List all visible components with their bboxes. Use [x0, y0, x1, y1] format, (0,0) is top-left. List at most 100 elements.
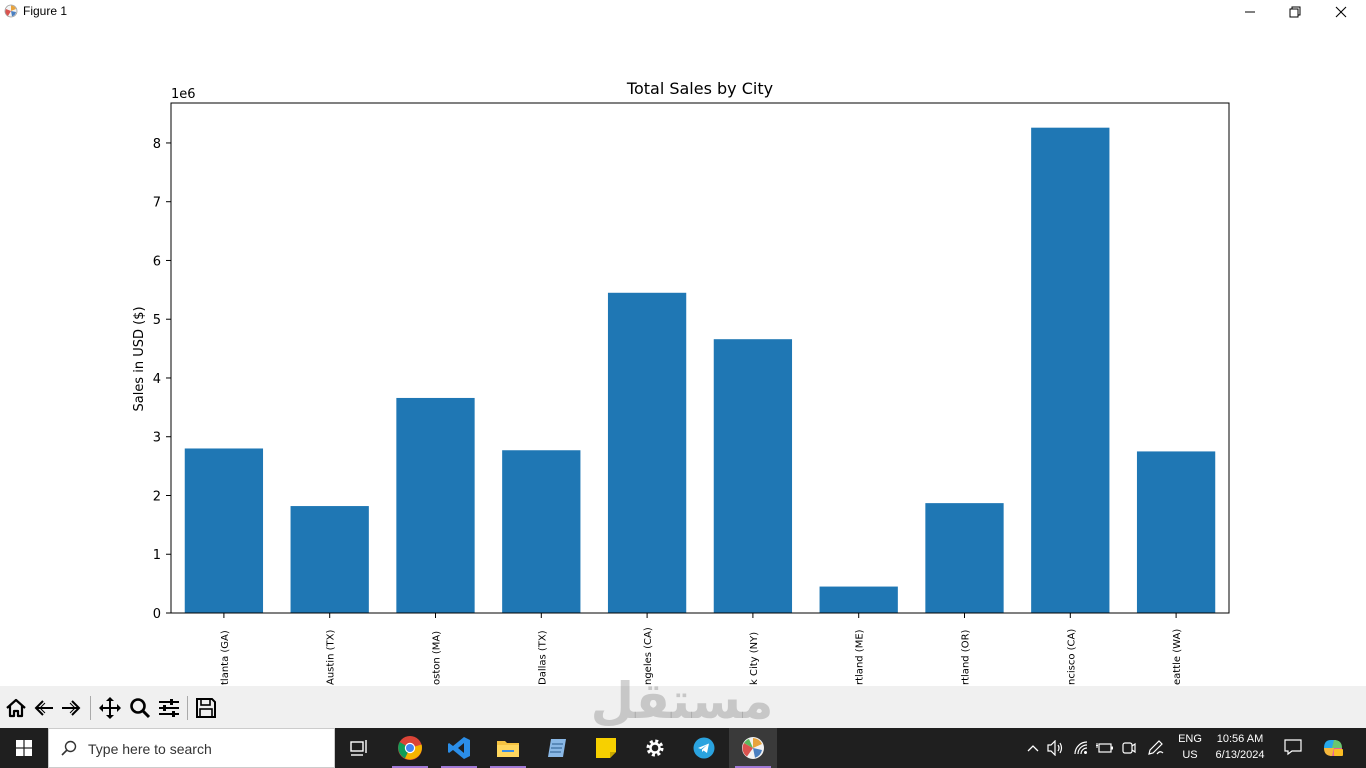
- y-tick-label: 6: [153, 254, 161, 269]
- taskbar-search-box[interactable]: Type here to search: [48, 728, 335, 768]
- speaker-icon: [1047, 740, 1063, 756]
- camera-icon: [1122, 742, 1136, 754]
- pen-icon: [1148, 740, 1164, 755]
- meet-now-button[interactable]: [1120, 740, 1138, 756]
- y-tick-label: 1: [153, 548, 161, 563]
- minimize-icon: [1245, 11, 1255, 13]
- y-tick-label: 7: [153, 196, 161, 211]
- forward-button[interactable]: [58, 695, 84, 721]
- y-offset-label: 1e6: [171, 87, 196, 102]
- home-button[interactable]: [3, 695, 29, 721]
- y-tick-label: 2: [153, 489, 161, 504]
- restore-icon: [1289, 6, 1301, 18]
- pen-workspace-button[interactable]: [1147, 740, 1165, 756]
- x-tick-label: ncisco (CA): [1066, 629, 1077, 685]
- notepad-icon: [548, 739, 566, 757]
- restore-button[interactable]: [1272, 0, 1318, 24]
- close-button[interactable]: [1318, 0, 1364, 24]
- taskbar-settings[interactable]: [631, 728, 679, 768]
- taskbar-telegram[interactable]: [680, 728, 728, 768]
- pan-button[interactable]: [97, 695, 123, 721]
- toolbar-separator: [187, 696, 188, 720]
- chart-title: Total Sales by City: [626, 79, 773, 98]
- move-icon: [99, 697, 121, 719]
- clock-time[interactable]: 10:56 AM: [1208, 733, 1272, 745]
- x-tick-label: rtland (OR): [961, 629, 972, 685]
- windows-taskbar: Type here to search ENG US 10:56 AM 6/13…: [0, 728, 1366, 768]
- input-language-top[interactable]: ENG: [1174, 733, 1206, 745]
- floppy-disk-icon: [196, 698, 216, 718]
- back-button[interactable]: [31, 695, 57, 721]
- bar-5: [713, 339, 793, 613]
- bar-1: [290, 506, 369, 613]
- bar-3: [502, 450, 581, 613]
- taskbar-sticky-notes[interactable]: [582, 728, 630, 768]
- volume-button[interactable]: [1047, 740, 1065, 756]
- x-ticks: tlanta (GA) Austin (TX) oston (MA) Dallas (…: [220, 613, 1183, 685]
- copilot-icon: [1324, 740, 1343, 756]
- search-placeholder: Type here to search: [88, 741, 212, 757]
- windows-logo-icon: [16, 740, 32, 756]
- taskbar-vscode[interactable]: [435, 728, 483, 768]
- figure-canvas[interactable]: Total Sales by City 1e6 Sales in USD ($)…: [0, 24, 1366, 686]
- chevron-up-icon: [1027, 745, 1039, 752]
- x-tick-label: Dallas (TX): [537, 630, 548, 685]
- start-button[interactable]: [0, 728, 48, 768]
- bar-4: [607, 292, 687, 613]
- x-tick-label: Austin (TX): [326, 630, 337, 685]
- taskbar-notepad[interactable]: [533, 728, 581, 768]
- vscode-icon: [448, 737, 470, 759]
- search-icon: [61, 740, 77, 756]
- minimize-button[interactable]: [1227, 0, 1273, 24]
- task-view-button[interactable]: [336, 728, 384, 768]
- copilot-button[interactable]: [1322, 738, 1344, 758]
- configure-subplots-button[interactable]: [156, 695, 182, 721]
- x-tick-label: oston (MA): [432, 631, 443, 685]
- sliders-icon: [159, 699, 179, 717]
- bar-2: [396, 397, 475, 613]
- window-title: Figure 1: [23, 4, 68, 18]
- toolbar-separator: [90, 696, 91, 720]
- save-figure-button[interactable]: [193, 695, 219, 721]
- wifi-icon: [1074, 741, 1088, 755]
- bars-group: [184, 127, 1216, 614]
- close-icon: [1335, 6, 1347, 18]
- clock-date[interactable]: 6/13/2024: [1208, 749, 1272, 761]
- gear-icon: [646, 739, 664, 757]
- x-tick-label: rtland (ME): [855, 629, 866, 685]
- x-tick-label: tlanta (GA): [220, 630, 231, 685]
- notification-icon: [1284, 739, 1302, 756]
- bar-8: [1031, 127, 1110, 614]
- x-tick-label: eattle (WA): [1172, 629, 1183, 685]
- bar-0: [184, 448, 264, 613]
- taskbar-file-explorer[interactable]: [484, 728, 532, 768]
- arrow-left-icon: [34, 700, 53, 716]
- taskbar-chrome[interactable]: [386, 728, 434, 768]
- bar-chart: Total Sales by City 1e6 Sales in USD ($)…: [132, 79, 1230, 685]
- battery-charging-icon: [1096, 743, 1113, 753]
- taskbar-matplotlib-figure[interactable]: [729, 728, 777, 768]
- zoom-button[interactable]: [127, 695, 153, 721]
- navigation-toolbar: [0, 686, 1366, 728]
- y-tick-label: 8: [153, 137, 161, 152]
- telegram-icon: [693, 737, 715, 759]
- y-tick-label: 0: [153, 607, 161, 622]
- task-view-icon: [350, 740, 367, 756]
- bar-7: [925, 503, 1004, 613]
- y-tick-label: 4: [153, 372, 161, 387]
- bar-6: [819, 586, 898, 613]
- network-button[interactable]: [1072, 740, 1090, 756]
- show-hidden-icons-button[interactable]: [1024, 740, 1042, 756]
- input-language-bottom[interactable]: US: [1174, 749, 1206, 761]
- notifications-button[interactable]: [1284, 739, 1302, 756]
- arrow-right-icon: [62, 700, 81, 716]
- y-axis-label: Sales in USD ($): [132, 306, 147, 411]
- title-bar[interactable]: Figure 1: [0, 0, 1366, 24]
- chrome-icon: [398, 736, 422, 760]
- magnifier-icon: [130, 698, 151, 719]
- y-tick-label: 3: [153, 431, 161, 446]
- figure-window: Figure 1 Total Sales by City 1e6 Sales i…: [0, 0, 1366, 728]
- battery-button[interactable]: [1096, 740, 1114, 756]
- y-ticks: 0 1 2 3 4 5 6 7 8: [153, 137, 171, 622]
- sticky-note-icon: [596, 738, 616, 758]
